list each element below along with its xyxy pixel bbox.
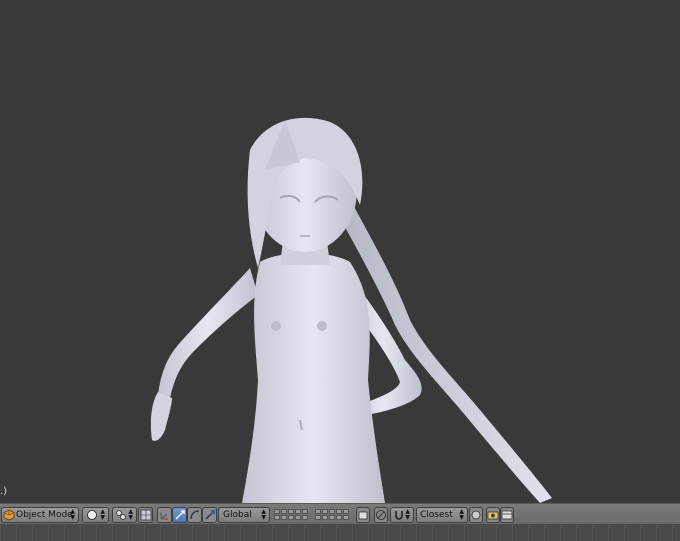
snap-element-label: Closest [420,510,453,520]
manipulator-toggle[interactable] [157,507,172,523]
viewport-shading-select[interactable]: ▲ ▼ [82,507,109,523]
orientation-select[interactable]: Global ▲ ▼ [218,507,270,523]
rotate-mode-button[interactable] [187,507,202,523]
proportional-edit-button[interactable] [374,507,388,523]
chevron-updown-icon: ▲ ▼ [128,508,133,521]
clapperboard-icon [501,510,513,520]
chevron-updown-icon: ▲ ▼ [70,508,75,521]
3d-view-header: Object Mode ▲ ▼ ▲ ▼ ▲ ▼ Global ▲ ▼ ▲ ▼ C… [0,503,680,525]
torso [242,253,385,503]
scale-mode-button[interactable] [202,507,217,523]
pivot-point-select[interactable]: ▲ ▼ [112,507,137,523]
layer-buttons-left[interactable] [274,509,308,521]
grid-box-icon [140,509,152,521]
left-hand [150,392,172,441]
occlusion-toggle[interactable] [138,507,153,523]
align-rotation-icon [471,510,481,520]
translate-mode-button[interactable] [172,507,187,523]
chevron-updown-icon: ▲ ▼ [100,508,105,521]
render-animation-button[interactable] [500,507,514,523]
pivot-icon [116,510,126,520]
snap-mode-select[interactable]: ▲ ▼ [390,507,414,523]
chevron-updown-icon: ▲ ▼ [261,508,266,521]
snap-align-rotation-button[interactable] [469,507,483,523]
translate-icon [175,510,185,520]
proportional-edit-icon [376,510,386,520]
viewport-info-text: .) [0,486,8,497]
mode-select[interactable]: Object Mode ▲ ▼ [1,507,79,523]
render-image-button[interactable] [486,507,500,523]
mode-select-label: Object Mode [16,510,73,520]
orientation-select-label: Global [223,510,252,520]
left-arm [158,268,258,398]
lock-layers-button[interactable] [356,507,370,523]
manipulator-icon [160,512,168,520]
magnet-icon [395,511,403,520]
timeline-strip[interactable] [0,525,680,541]
snap-element-select[interactable]: Closest ▲ ▼ [416,507,468,523]
rotate-icon [190,510,200,520]
chevron-updown-icon: ▲ ▼ [405,508,410,521]
cube-icon [3,509,15,521]
layer-lock-icon [358,511,368,520]
scale-icon [205,510,215,520]
layer-buttons-right[interactable] [315,509,349,521]
3d-viewport[interactable]: .) [0,0,680,503]
chevron-updown-icon: ▲ ▼ [459,508,464,521]
solid-sphere-icon [87,510,97,520]
character-model[interactable] [0,0,680,503]
camera-icon [487,511,499,520]
